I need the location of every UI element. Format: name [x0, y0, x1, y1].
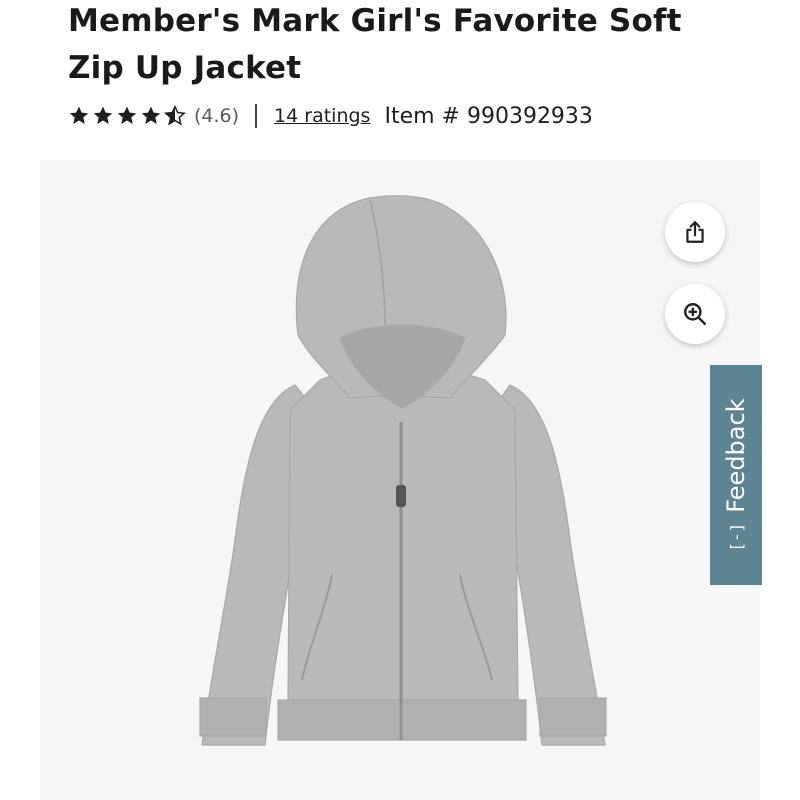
zoom-in-icon — [684, 303, 706, 325]
item-number: Item # 990392933 — [384, 103, 593, 129]
rating-row: (4.6) 14 ratings Item # 990392933 — [68, 100, 593, 132]
product-image — [199, 195, 607, 746]
star-icon — [69, 106, 89, 124]
star-icon — [93, 106, 113, 124]
feedback-label: Feedback — [722, 398, 750, 513]
star-rating[interactable] — [68, 105, 186, 127]
ratings-link[interactable]: 14 ratings — [274, 105, 370, 127]
share-icon — [686, 221, 704, 243]
half-star-icon — [164, 105, 186, 126]
feedback-tab[interactable]: [-] Feedback — [710, 365, 762, 585]
star-icon — [141, 106, 161, 124]
product-title: Member's Mark Girl's Favorite Soft Zip U… — [68, 3, 682, 86]
share-button[interactable] — [665, 202, 725, 262]
zoom-button[interactable] — [665, 284, 725, 344]
product-image-gallery[interactable] — [40, 160, 760, 800]
divider — [255, 104, 258, 128]
feedback-icon: [-] — [726, 522, 746, 552]
star-icon — [117, 106, 137, 124]
rating-value: (4.6) — [194, 105, 240, 127]
